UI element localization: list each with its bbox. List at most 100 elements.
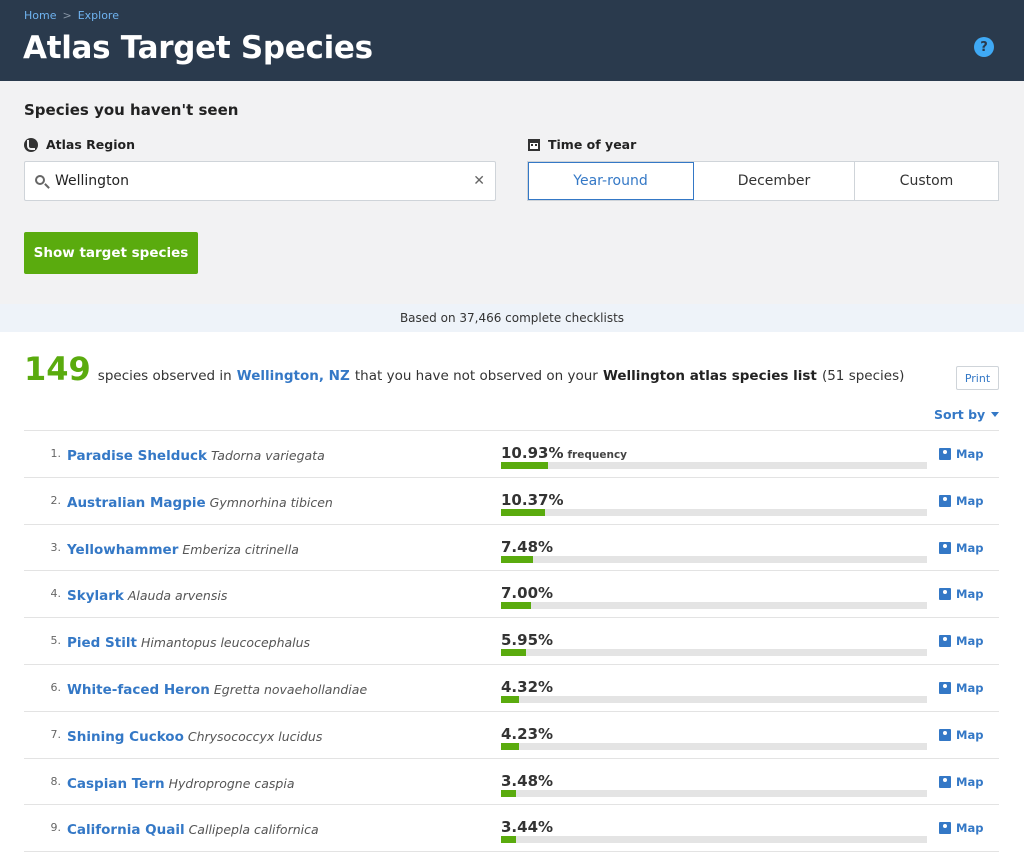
show-target-species-button[interactable]: Show target species [24,232,198,274]
results-summary: 149 species observed in Wellington, NZ t… [24,350,904,388]
frequency-bar-fill [501,789,516,797]
frequency-bar-fill [501,695,520,703]
atlas-region-label: Atlas Region [24,137,135,152]
species-common-name-link[interactable]: Caspian Tern [67,776,165,792]
breadcrumb: Home > Explore [24,9,119,22]
species-list-name: Wellington atlas species list [602,368,817,384]
frequency-bar [501,649,927,657]
frequency-percent: 5.95% [501,631,554,650]
species-common-name-link[interactable]: Pied Stilt [67,635,137,651]
species-rank: 9. [50,821,62,835]
map-link[interactable]: Map [939,775,983,789]
species-common-name-link[interactable]: Yellowhammer [67,542,178,558]
frequency-bar [501,555,927,563]
map-link[interactable]: Map [939,634,983,648]
species-frequency: 4.32% [501,677,553,696]
map-icon [939,822,951,835]
species-count: 149 [24,350,91,388]
frequency-bar-fill [501,742,520,750]
frequency-percent: 7.48% [501,537,554,556]
map-icon [939,681,951,694]
species-common-name-link[interactable]: Skylark [67,588,124,604]
frequency-bar-fill [501,508,546,516]
map-link-label: Map [956,680,984,695]
map-link[interactable]: Map [939,494,983,508]
species-list: 1. Paradise Shelduck Tadorna variegata 10.9… [24,430,999,853]
species-rank: 7. [50,727,62,741]
frequency-percent: 10.37% [501,490,564,509]
globe-icon [24,137,38,152]
species-common-name-link[interactable]: Paradise Shelduck [67,448,207,464]
search-icon [35,175,45,185]
map-link-label: Map [956,447,984,461]
map-link-label: Map [956,727,984,742]
map-icon [939,728,951,741]
breadcrumb-explore-link[interactable]: Explore [78,9,119,22]
map-link[interactable]: Map [939,587,983,601]
map-link-label: Map [956,821,984,836]
species-rank: 5. [50,634,62,648]
species-common-name-link[interactable]: White-faced Heron [67,682,210,698]
calendar-icon [528,138,540,151]
map-link[interactable]: Map [939,447,983,461]
time-option-custom[interactable]: Custom [855,162,998,200]
species-frequency: 10.37% [501,490,563,509]
species-rank: 4. [50,587,62,601]
frequency-bar [501,462,927,469]
species-row: 1. Paradise Shelduck Tadorna variegata 10.9… [24,431,999,478]
summary-text-1: species observed in [97,368,232,384]
species-rank: 2. [50,493,62,507]
species-name: Yellowhammer Emberiza citrinella [67,539,299,558]
time-option-year-round[interactable]: Year-round [528,162,694,200]
print-button[interactable]: Print [956,366,999,390]
species-scientific-name: Hydroprogne caspia [168,775,295,791]
clear-icon[interactable]: ✕ [473,173,485,189]
time-option-december[interactable]: December [694,162,855,200]
region-link[interactable]: Wellington, NZ [237,368,350,384]
page-header: Home > Explore Atlas Target Species ? [0,0,1024,81]
species-common-name-link[interactable]: Australian Magpie [67,495,206,511]
species-scientific-name: Gymnorhina tibicen [209,494,333,510]
map-link[interactable]: Map [939,821,983,835]
map-link-label: Map [956,540,984,555]
frequency-percent: 3.44% [501,818,554,837]
region-search-field: ✕ [24,161,496,201]
species-common-name-link[interactable]: California Quail [67,822,185,838]
help-icon[interactable]: ? [974,37,994,57]
time-of-year-label-text: Time of year [548,137,637,152]
species-name: Skylark Alauda arvensis [67,585,227,604]
species-frequency: 10.93% frequency [501,443,627,462]
species-frequency: 4.23% [501,724,553,743]
frequency-percent: 3.48% [501,771,554,790]
species-common-name-link[interactable]: Shining Cuckoo [67,729,184,745]
map-link[interactable]: Map [939,681,983,695]
filter-panel: Species you haven't seen Atlas Region Ti… [0,81,1024,304]
species-name: Australian Magpie Gymnorhina tibicen [67,492,333,511]
frequency-bar [501,836,927,844]
breadcrumb-home-link[interactable]: Home [24,9,56,22]
map-icon [939,775,951,788]
map-link-label: Map [956,493,984,508]
filter-heading: Species you haven't seen [24,101,239,119]
species-scientific-name: Alauda arvensis [127,588,228,604]
frequency-bar-fill [501,602,531,610]
breadcrumb-separator: > [62,9,72,22]
map-icon [939,494,951,507]
frequency-percent: 4.32% [501,677,554,696]
frequency-bar-fill [501,555,533,563]
frequency-bar-fill [501,649,527,657]
summary-text-2: that you have not observed on your [354,368,598,384]
time-of-year-selector: Year-round December Custom [527,161,999,201]
map-link[interactable]: Map [939,541,983,555]
region-search-input[interactable] [55,170,455,192]
sort-by-dropdown[interactable]: Sort by [934,407,1000,422]
species-frequency: 7.00% [501,583,553,602]
species-scientific-name: Chrysococcyx lucidus [187,728,323,744]
map-icon [939,588,951,601]
species-rank: 8. [50,774,62,788]
frequency-bar [501,508,927,516]
map-link[interactable]: Map [939,728,983,742]
species-frequency: 5.95% [501,630,553,649]
map-link-label: Map [956,774,984,789]
summary-text-3: (51 species) [821,368,905,384]
